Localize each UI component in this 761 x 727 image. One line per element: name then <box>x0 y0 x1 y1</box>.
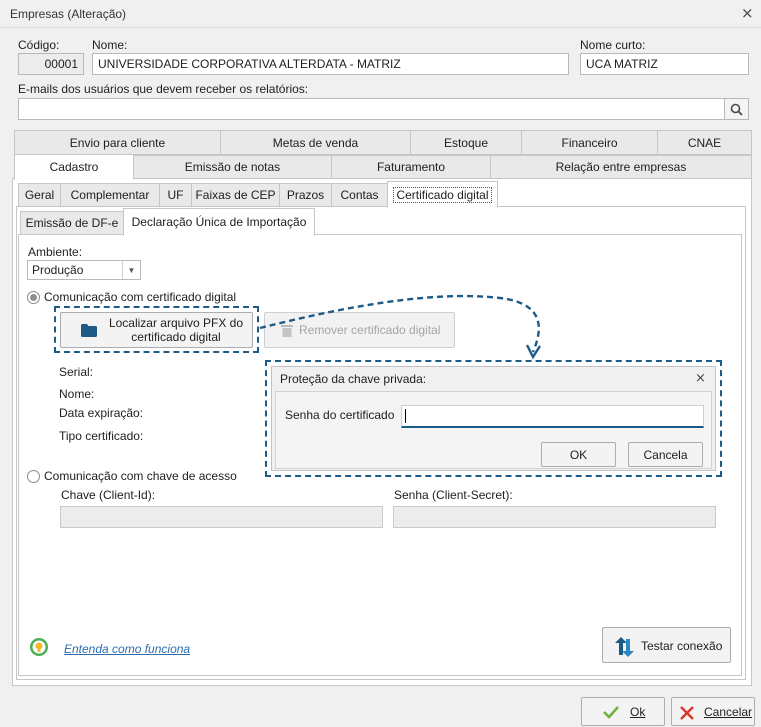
client-id-label: Chave (Client-Id): <box>61 488 156 502</box>
subtab-prazos[interactable]: Prazos <box>279 183 332 207</box>
transfer-arrows-icon <box>615 637 634 657</box>
password-input[interactable] <box>401 405 704 428</box>
checkmark-icon <box>603 706 619 719</box>
tab-cnae[interactable]: CNAE <box>657 130 752 155</box>
cancel-button[interactable]: Cancelar <box>671 697 755 726</box>
tab-estoque[interactable]: Estoque <box>410 130 522 155</box>
emails-search-button[interactable] <box>724 98 749 120</box>
localizar-line2: certificado digital <box>131 330 221 344</box>
title-bar: Empresas (Alteração) ⨯ <box>0 0 761 28</box>
expiracao-label: Data expiração: <box>59 406 144 420</box>
emails-label: E-mails dos usuários que devem receber o… <box>18 82 309 96</box>
codigo-field: 00001 <box>18 53 84 75</box>
dialog-title: Proteção da chave privada: <box>280 372 427 386</box>
cancel-label: Cancelar <box>704 705 753 719</box>
emails-field[interactable] <box>18 98 725 120</box>
lightbulb-icon <box>30 638 48 656</box>
codigo-label: Código: <box>18 38 60 52</box>
ambiente-label: Ambiente: <box>28 245 83 259</box>
subsubtab-emissao-dfe[interactable]: Emissão de DF-e <box>20 211 124 235</box>
password-label: Senha do certificado <box>285 408 395 422</box>
localizar-line1: Localizar arquivo PFX do <box>108 316 244 330</box>
folder-icon <box>81 324 97 337</box>
nome-curto-field[interactable]: UCA MATRIZ <box>580 53 749 75</box>
localizar-pfx-button[interactable]: Localizar arquivo PFX do certificado dig… <box>60 312 253 348</box>
tab-emissao-notas[interactable]: Emissão de notas <box>133 155 332 179</box>
tab-envio-cliente[interactable]: Envio para cliente <box>14 130 221 155</box>
serial-label: Serial: <box>59 365 94 379</box>
client-secret-label: Senha (Client-Secret): <box>394 488 513 502</box>
nome-field[interactable]: UNIVERSIDADE CORPORATIVA ALTERDATA - MAT… <box>92 53 569 75</box>
tab-cadastro[interactable]: Cadastro <box>14 154 134 180</box>
ambiente-value: Produção <box>32 263 84 277</box>
radio-chave-acesso[interactable] <box>27 470 40 483</box>
subtab-faixas-cep[interactable]: Faixas de CEP <box>191 183 280 207</box>
subtab-certificado-digital[interactable]: Certificado digital <box>387 181 498 208</box>
ambiente-select[interactable]: Produção ▼ <box>27 260 141 280</box>
radio-chave-label: Comunicação com chave de acesso <box>44 469 237 483</box>
subtab-certificado-digital-label: Certificado digital <box>393 186 492 203</box>
window-title: Empresas (Alteração) <box>10 7 127 21</box>
client-id-field[interactable] <box>60 506 383 528</box>
nome-curto-label: Nome curto: <box>580 38 646 52</box>
tipo-certificado-label: Tipo certificado: <box>59 429 144 443</box>
chevron-down-icon[interactable]: ▼ <box>122 261 140 279</box>
subsubtab-declaracao-importacao[interactable]: Declaração Única de Importação <box>123 208 315 236</box>
subtab-uf[interactable]: UF <box>159 183 192 207</box>
tab-financeiro[interactable]: Financeiro <box>521 130 658 155</box>
subtab-contas[interactable]: Contas <box>331 183 388 207</box>
subtab-complementar[interactable]: Complementar <box>60 183 160 207</box>
radio-certificado-label: Comunicação com certificado digital <box>44 290 237 304</box>
search-icon <box>730 103 743 116</box>
cert-nome-label: Nome: <box>59 387 95 401</box>
tab-metas-venda[interactable]: Metas de venda <box>220 130 411 155</box>
arrow-connector <box>259 294 542 360</box>
cancel-x-icon <box>680 706 694 720</box>
dialog-cancel-button[interactable]: Cancela <box>628 442 703 467</box>
ok-label: Ok <box>630 705 646 719</box>
dialog-body: Senha do certificado OK Cancela <box>275 391 712 469</box>
dialog-close-icon[interactable]: ⨯ <box>695 371 706 385</box>
tab-faturamento[interactable]: Faturamento <box>331 155 491 179</box>
tab-relacao-empresas[interactable]: Relação entre empresas <box>490 155 752 179</box>
dialog-ok-button[interactable]: OK <box>541 442 616 467</box>
client-secret-field[interactable] <box>393 506 716 528</box>
subtab-geral[interactable]: Geral <box>18 183 61 207</box>
testar-conexao-button[interactable]: Testar conexão <box>602 627 731 663</box>
text-cursor <box>405 409 406 423</box>
radio-certificado-digital[interactable] <box>27 291 40 304</box>
password-dialog: Proteção da chave privada: ⨯ Senha do ce… <box>271 366 716 471</box>
testar-conexao-label: Testar conexão <box>641 639 723 653</box>
help-link[interactable]: Entenda como funciona <box>64 642 190 656</box>
window-close-icon[interactable]: ⨯ <box>741 6 754 21</box>
nome-label: Nome: <box>92 38 128 52</box>
ok-button[interactable]: Ok <box>581 697 665 726</box>
